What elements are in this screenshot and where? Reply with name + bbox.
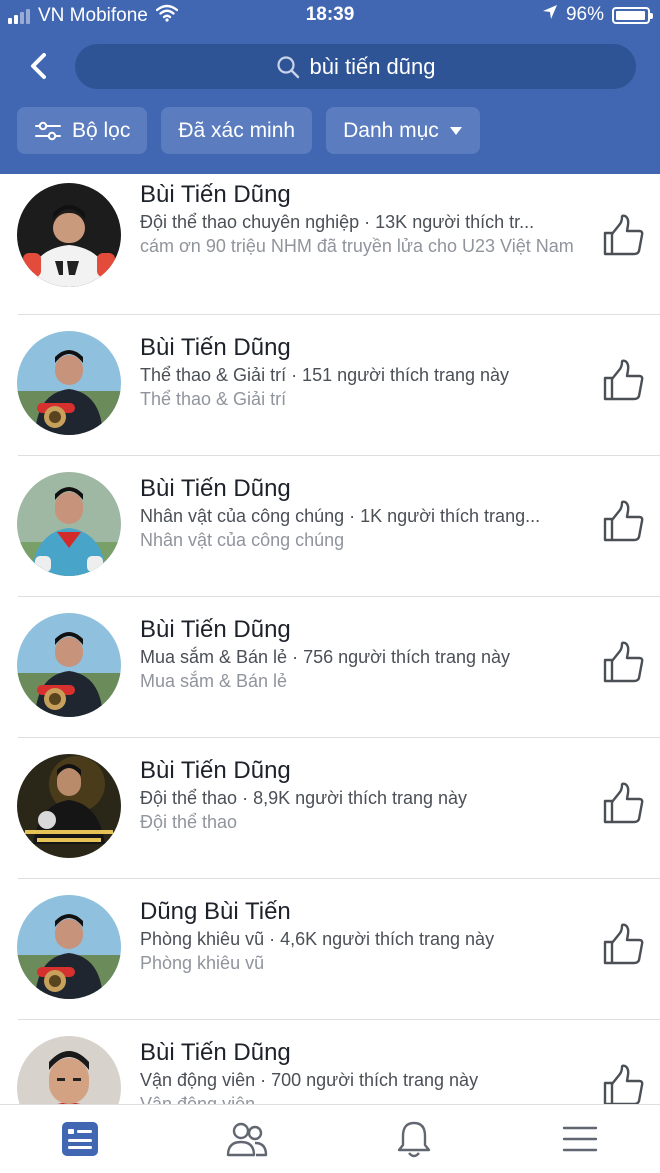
verified-filter-chip[interactable]: Đã xác minh — [161, 107, 313, 154]
like-page-button[interactable] — [600, 640, 646, 686]
like-thumb-icon — [603, 782, 644, 824]
hamburger-menu-icon — [562, 1126, 598, 1152]
like-thumb-icon — [603, 641, 644, 683]
filter-button[interactable]: Bộ lọc — [17, 107, 148, 154]
result-row[interactable]: Bùi Tiến Dũng Thể thao & Giải trí · 151 n… — [0, 315, 660, 456]
like-thumb-icon — [603, 1064, 644, 1104]
bottom-tab-bar — [0, 1104, 660, 1173]
page-avatar[interactable] — [17, 613, 121, 717]
news-feed-icon — [62, 1122, 98, 1156]
page-avatar[interactable] — [17, 331, 121, 435]
page-avatar[interactable] — [17, 183, 121, 287]
page-name[interactable]: Bùi Tiến Dũng — [140, 333, 588, 363]
page-name[interactable]: Bùi Tiến Dũng — [140, 180, 588, 210]
location-arrow-icon — [542, 4, 558, 26]
back-button[interactable] — [20, 46, 56, 86]
page-name[interactable]: Bùi Tiến Dũng — [140, 756, 588, 786]
result-row[interactable]: Bùi Tiến Dũng Mua sắm & Bán lẻ · 756 ngườ… — [0, 597, 660, 738]
page-description: Vận động viên — [140, 1094, 256, 1104]
page-description: Đội thể thao — [140, 812, 238, 832]
like-page-button[interactable] — [600, 1063, 646, 1104]
page-avatar[interactable] — [17, 754, 121, 858]
page-description: Nhân vật của công chúng — [140, 530, 345, 550]
page-category-likes: Đội thể thao chuyên nghiệp · 13K người t… — [140, 212, 535, 232]
verified-label: Đã xác minh — [178, 118, 296, 142]
header-bar: VN Mobifone 18:39 96% bùi tiến dũng Bộ l… — [0, 0, 660, 174]
search-results-list: Bùi Tiến Dũng Đội thể thao chuyên nghiệp … — [0, 174, 660, 1104]
page-avatar[interactable] — [17, 1036, 121, 1104]
page-category-likes: Vận động viên · 700 người thích trang nà… — [140, 1070, 479, 1090]
tab-notifications[interactable] — [389, 1117, 439, 1161]
search-input[interactable]: bùi tiến dũng — [75, 44, 636, 89]
page-avatar[interactable] — [17, 895, 121, 999]
tab-friends[interactable] — [222, 1117, 272, 1161]
magnifier-icon — [276, 55, 299, 78]
like-page-button[interactable] — [600, 922, 646, 968]
page-description: Mua sắm & Bán lẻ — [140, 671, 288, 691]
page-category-likes: Đội thể thao · 8,9K người thích trang nà… — [140, 788, 468, 808]
like-thumb-icon — [603, 214, 644, 256]
like-page-button[interactable] — [600, 213, 646, 259]
friends-icon — [226, 1122, 268, 1157]
tab-menu[interactable] — [555, 1117, 605, 1161]
filter-label: Bộ lọc — [72, 118, 131, 142]
page-category-likes: Nhân vật của công chúng · 1K người thích… — [140, 506, 541, 526]
page-name[interactable]: Dũng Bùi Tiến — [140, 897, 588, 927]
page-category-likes: Phòng khiêu vũ · 4,6K người thích trang … — [140, 929, 495, 949]
like-page-button[interactable] — [600, 499, 646, 545]
result-row[interactable]: Bùi Tiến Dũng Đội thể thao · 8,9K người t… — [0, 738, 660, 879]
battery-icon — [612, 6, 653, 24]
caret-down-icon — [449, 126, 462, 135]
like-thumb-icon — [603, 923, 644, 965]
page-avatar[interactable] — [17, 472, 121, 576]
result-row[interactable]: Bùi Tiến Dũng Đội thể thao chuyên nghiệp … — [0, 174, 660, 315]
page-name[interactable]: Bùi Tiến Dũng — [140, 615, 588, 645]
page-description: Thể thao & Giải trí — [140, 389, 287, 409]
page-name[interactable]: Bùi Tiến Dũng — [140, 1038, 588, 1068]
like-page-button[interactable] — [600, 358, 646, 404]
result-row[interactable]: Dũng Bùi Tiến Phòng khiêu vũ · 4,6K người… — [0, 879, 660, 1020]
search-query-text: bùi tiến dũng — [309, 53, 436, 79]
bell-icon — [397, 1121, 431, 1158]
sliders-icon — [35, 121, 61, 140]
chevron-left-icon — [31, 53, 46, 79]
page-description: Phòng khiêu vũ — [140, 953, 265, 973]
like-thumb-icon — [603, 500, 644, 542]
tab-news-feed[interactable] — [55, 1117, 105, 1161]
page-name[interactable]: Bùi Tiến Dũng — [140, 474, 588, 504]
battery-percent: 96% — [565, 4, 604, 25]
page-category-likes: Mua sắm & Bán lẻ · 756 người thích trang… — [140, 647, 511, 667]
category-dropdown[interactable]: Danh mục — [326, 107, 480, 154]
like-thumb-icon — [603, 359, 644, 401]
result-row[interactable]: Bùi Tiến Dũng Nhân vật của công chúng · 1… — [0, 456, 660, 597]
status-bar: VN Mobifone 18:39 96% — [0, 0, 660, 32]
like-page-button[interactable] — [600, 781, 646, 827]
page-category-likes: Thể thao & Giải trí · 151 người thích tr… — [140, 365, 510, 385]
category-label: Danh mục — [343, 118, 439, 142]
filter-bar: Bộ lọc Đã xác minh Danh mục — [17, 107, 480, 154]
page-description: cám ơn 90 triệu NHM đã truyền lửa cho U2… — [140, 236, 574, 256]
result-row[interactable]: Bùi Tiến Dũng Vận động viên · 700 người t… — [0, 1020, 660, 1104]
